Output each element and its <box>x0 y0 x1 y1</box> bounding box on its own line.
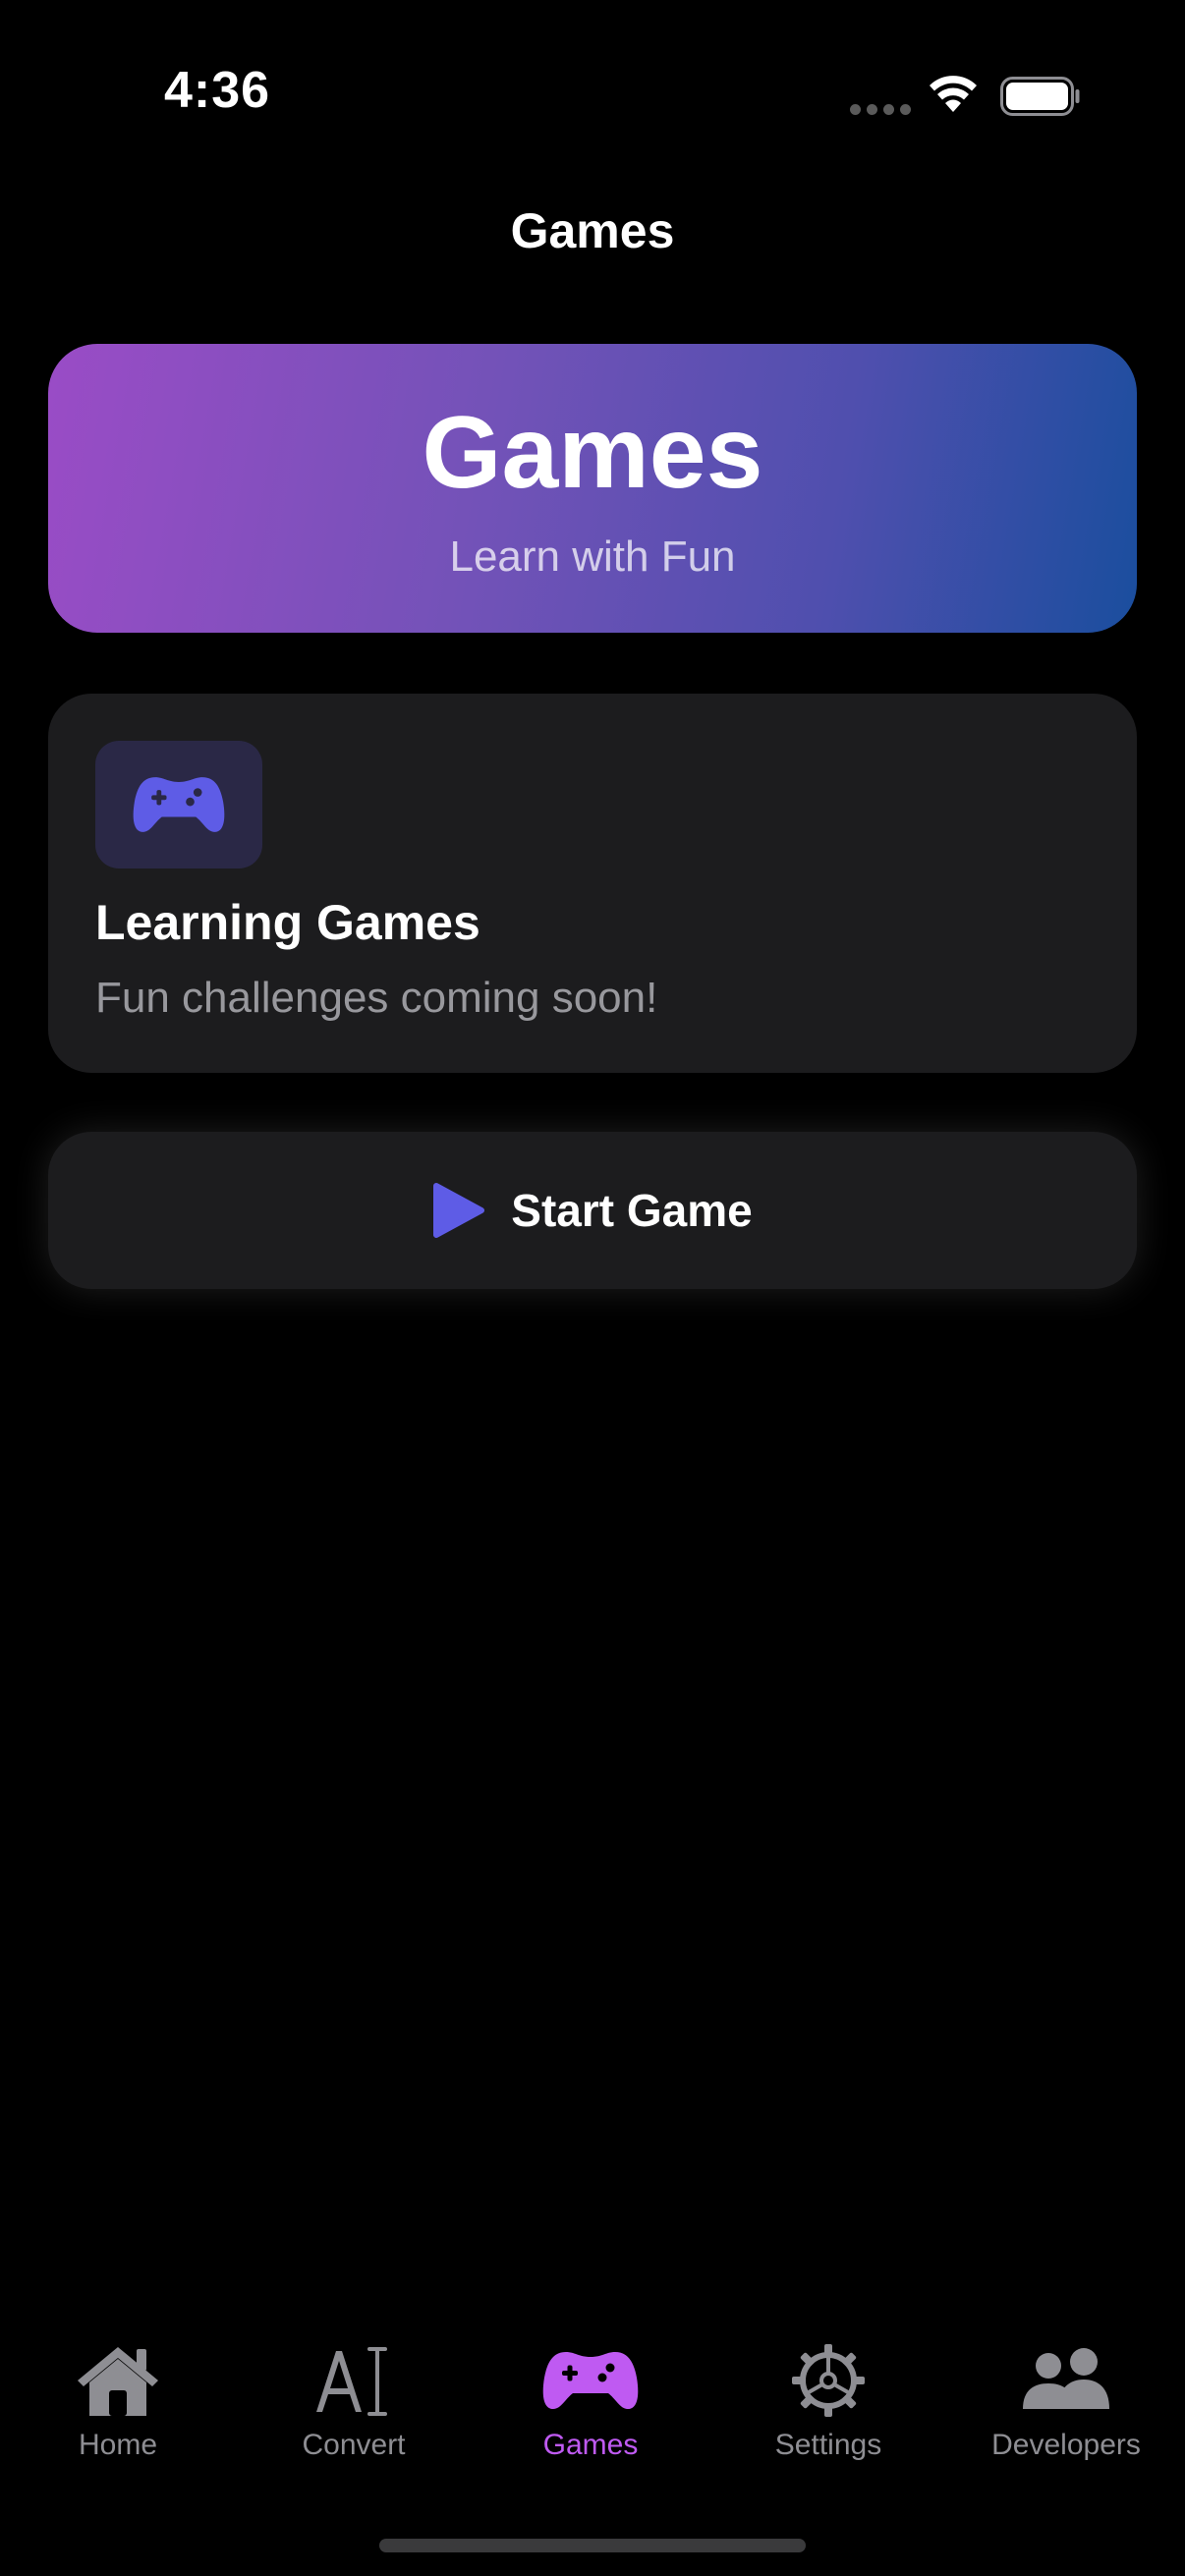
wifi-icon <box>930 76 977 112</box>
tab-home-label: Home <box>78 2429 158 2461</box>
tab-home[interactable]: Home <box>0 2338 236 2486</box>
house-icon <box>78 2347 158 2416</box>
text-cursor-icon <box>316 2347 387 2416</box>
hero-subtitle: Learn with Fun <box>449 532 736 581</box>
tab-bar: Home Convert Games Settings Developers <box>0 2338 1185 2495</box>
tab-convert-label: Convert <box>302 2429 406 2461</box>
people-icon <box>1023 2348 1109 2409</box>
tab-developers[interactable]: Developers <box>948 2338 1184 2486</box>
learning-games-card: Learning Games Fun challenges coming soo… <box>48 694 1137 1073</box>
page-title: Games <box>510 203 675 258</box>
start-game-label: Start Game <box>511 1185 753 1236</box>
hero-title: Games <box>422 396 763 510</box>
status-time: 4:36 <box>164 62 271 119</box>
gamecontroller-icon <box>133 777 225 832</box>
battery-icon <box>1000 77 1080 116</box>
play-icon <box>433 1183 485 1238</box>
tab-settings-label: Settings <box>774 2429 882 2461</box>
tab-games-label: Games <box>542 2429 639 2461</box>
cellular-signal-icon <box>850 104 911 115</box>
home-indicator[interactable] <box>379 2539 806 2552</box>
card-title: Learning Games <box>95 895 480 950</box>
tab-developers-label: Developers <box>991 2429 1141 2461</box>
card-subtitle: Fun challenges coming soon! <box>95 974 658 1022</box>
start-game-button[interactable]: Start Game <box>48 1132 1137 1289</box>
tab-settings[interactable]: Settings <box>710 2338 946 2486</box>
card-icon-tile <box>95 741 262 868</box>
gamecontroller-icon <box>542 2352 639 2409</box>
tab-games[interactable]: Games <box>473 2338 708 2486</box>
hero-banner: Games Learn with Fun <box>48 344 1137 633</box>
tab-convert[interactable]: Convert <box>236 2338 472 2486</box>
gear-icon <box>792 2344 865 2417</box>
